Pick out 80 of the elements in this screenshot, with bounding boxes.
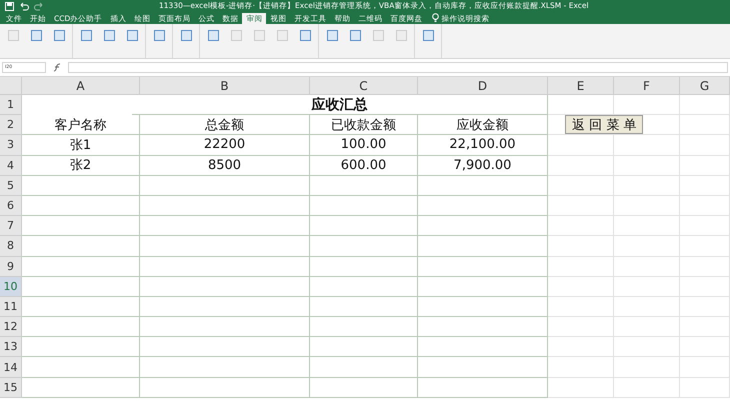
lightbulb-icon <box>432 13 440 22</box>
column-header[interactable]: E <box>548 77 614 95</box>
column-header[interactable]: D <box>418 77 548 95</box>
empty-cell <box>548 317 614 338</box>
empty-cell <box>680 196 730 216</box>
empty-cell <box>548 337 614 358</box>
back-to-menu-button[interactable]: 返 回 菜 单 <box>565 115 644 134</box>
table-cell: 600.00 <box>310 156 418 176</box>
formula-field[interactable] <box>68 62 728 73</box>
empty-cell <box>680 378 730 398</box>
empty-cell <box>614 176 680 196</box>
row-header[interactable]: 11 <box>0 296 22 318</box>
empty-cell <box>680 296 730 318</box>
empty-cell <box>614 296 680 318</box>
empty-cell <box>614 357 680 378</box>
row-header[interactable]: 3 <box>0 135 22 156</box>
table-cell: 张1 <box>22 135 140 156</box>
row-header[interactable]: 5 <box>0 176 22 196</box>
empty-cell <box>614 196 680 216</box>
row-header[interactable]: 4 <box>0 156 22 176</box>
row-header[interactable]: 2 <box>0 115 22 136</box>
empty-cell <box>680 135 730 156</box>
row-header[interactable]: 15 <box>0 378 22 398</box>
empty-cell <box>680 256 730 277</box>
row-header[interactable]: 7 <box>0 216 22 236</box>
empty-cell <box>614 276 680 297</box>
empty-cell <box>548 216 614 236</box>
column-header[interactable]: G <box>680 77 730 95</box>
empty-cell <box>614 156 680 176</box>
empty-cell <box>680 156 730 176</box>
row-header[interactable]: 10 <box>0 276 22 297</box>
row-header[interactable]: 6 <box>0 196 22 216</box>
empty-cell <box>548 236 614 256</box>
empty-cell <box>548 176 614 196</box>
row-header[interactable]: 1 <box>0 95 22 116</box>
empty-cell <box>548 357 614 378</box>
table-cell: 22200 <box>140 135 310 156</box>
row-header[interactable]: 14 <box>0 357 22 378</box>
table-cell: 100.00 <box>310 135 418 156</box>
empty-cell <box>548 156 614 176</box>
table-header-cell: 客户名称 <box>22 115 140 136</box>
empty-cell <box>614 256 680 277</box>
row-header[interactable]: 12 <box>0 317 22 338</box>
row-header[interactable]: 9 <box>0 256 22 277</box>
table-cell: 8500 <box>140 156 310 176</box>
fx-icon <box>52 63 62 72</box>
table-cell: 7,900.00 <box>418 156 548 176</box>
empty-cell <box>548 378 614 398</box>
empty-cell <box>680 176 730 196</box>
table-cell: 22,100.00 <box>418 135 548 156</box>
empty-cell <box>548 276 614 297</box>
row-header[interactable]: 13 <box>0 337 22 358</box>
empty-cell <box>680 216 730 236</box>
save-icon[interactable] <box>5 2 14 10</box>
column-header[interactable]: B <box>140 77 310 95</box>
empty-cell <box>614 317 680 338</box>
empty-cell <box>680 337 730 358</box>
row-header[interactable]: 8 <box>0 236 22 256</box>
table-header-cell: 应收金额 <box>418 115 548 136</box>
sheet-title: 应收汇总 <box>132 95 548 116</box>
empty-cell <box>614 337 680 358</box>
empty-cell <box>680 317 730 338</box>
table-cell: 张2 <box>22 156 140 176</box>
undo-icon[interactable] <box>19 2 29 10</box>
empty-cell <box>680 236 730 256</box>
table-header-cell: 总金额 <box>140 115 310 136</box>
table-header-cell: 已收款金额 <box>310 115 418 136</box>
empty-cell <box>614 216 680 236</box>
empty-cell <box>614 378 680 398</box>
empty-cell <box>680 276 730 297</box>
column-header[interactable]: C <box>310 77 418 95</box>
empty-cell <box>680 95 730 116</box>
empty-cell <box>548 296 614 318</box>
empty-cell <box>548 196 614 216</box>
column-header[interactable]: A <box>22 77 140 95</box>
empty-cell <box>548 256 614 277</box>
empty-cell <box>680 357 730 378</box>
redo-icon[interactable] <box>34 2 44 10</box>
column-header[interactable]: F <box>614 77 680 95</box>
empty-cell <box>614 236 680 256</box>
